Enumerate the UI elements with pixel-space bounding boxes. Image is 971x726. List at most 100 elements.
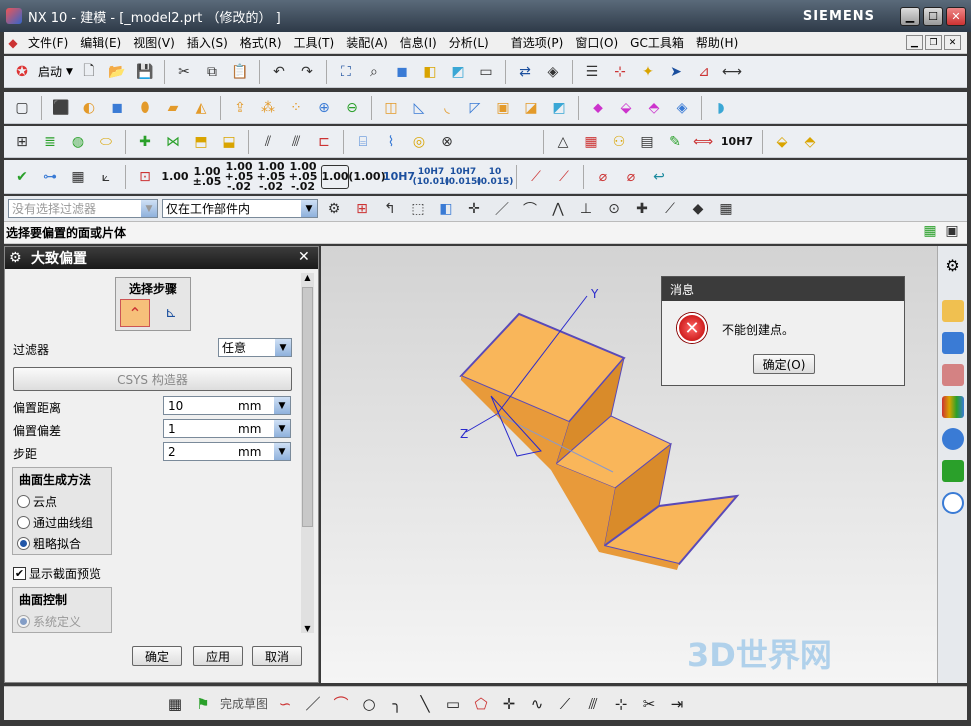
snap-face-icon[interactable]: ◆ (686, 197, 710, 221)
csys-step-icon[interactable]: ⊾ (156, 299, 186, 327)
undo-icon[interactable]: ↶ (267, 60, 291, 84)
surface-icon[interactable]: ◗ (709, 96, 733, 120)
offset-icon[interactable]: ⇪ (228, 96, 252, 120)
balloon-icon[interactable]: ⚇ (607, 130, 631, 154)
menu-tools[interactable]: 工具(T) (288, 34, 341, 51)
trim-body-icon[interactable]: ◪ (519, 96, 543, 120)
menu-file[interactable]: 文件(F) (22, 34, 74, 51)
menu-insert[interactable]: 插入(S) (181, 34, 234, 51)
menu-gc-toolbox[interactable]: GC工具箱 (624, 34, 690, 51)
grid-table-icon[interactable]: ▦ (66, 165, 90, 189)
select-all-icon[interactable]: ⊞ (350, 197, 374, 221)
snap-icon[interactable]: ✦ (636, 60, 660, 84)
polygon-icon[interactable]: ⬠ (470, 693, 492, 715)
history-icon[interactable] (941, 460, 964, 482)
info-list-icon[interactable]: ☰ (580, 60, 604, 84)
rib-icon[interactable]: ⫽ (256, 130, 280, 154)
snap-grid-icon[interactable]: ▦ (714, 197, 738, 221)
layer-icon[interactable]: ◈ (541, 60, 565, 84)
thicken-icon[interactable]: ▣ (491, 96, 515, 120)
menu-view[interactable]: 视图(V) (127, 34, 181, 51)
mdi-minimize-button[interactable]: ▁ (906, 35, 923, 50)
wcs-icon[interactable]: ⊹ (608, 60, 632, 84)
radio-through-curves[interactable]: 通过曲线组 (13, 512, 111, 533)
close-window-button[interactable]: ✕ (946, 7, 966, 26)
offset-deviation-field[interactable]: 1 mm ▼ (163, 419, 291, 438)
clock-icon[interactable] (941, 492, 964, 514)
clip-icon[interactable]: ◩ (446, 60, 470, 84)
redo-icon[interactable]: ↷ (295, 60, 319, 84)
offset-face-step-icon[interactable]: ⌃ (120, 299, 150, 327)
check-icon[interactable]: ✔ (10, 165, 34, 189)
menu-format[interactable]: 格式(R) (234, 34, 288, 51)
shell-icon[interactable]: ◫ (379, 96, 403, 120)
chevron-down-icon[interactable]: ▼ (274, 443, 290, 460)
scope-combo[interactable]: 仅在工作部件内 ▼ (162, 199, 318, 218)
tol-7[interactable]: (1.00) (348, 165, 385, 189)
message-ok-button[interactable]: 确定(O) (753, 354, 815, 374)
menu-window[interactable]: 窗口(O) (569, 34, 624, 51)
tol-3[interactable]: 1.00 +.05 -.02 (225, 161, 254, 192)
profile-icon[interactable]: ∽ (274, 693, 296, 715)
array-icon[interactable]: ⁘ (284, 96, 308, 120)
snap-quadrant-icon[interactable]: ✚ (630, 197, 654, 221)
tol-10[interactable]: 10H7 (0.015) (445, 165, 482, 189)
gear-icon[interactable]: ⚙ (9, 250, 25, 266)
filter-select[interactable]: 任意 ▼ (218, 338, 292, 357)
checkbox-checked-icon[interactable]: ✔ (13, 567, 26, 580)
layer-settings-icon[interactable]: ◍ (66, 130, 90, 154)
sketch-icon[interactable]: ▢ (10, 96, 34, 120)
show-hide-icon[interactable]: ⇄ (513, 60, 537, 84)
menu-preferences[interactable]: 首选项(P) (505, 34, 570, 51)
snap-existing-icon[interactable]: ⟋ (658, 197, 682, 221)
cylinder-icon[interactable]: ⌸ (351, 130, 375, 154)
chevron-down-icon[interactable]: ▼ (274, 420, 290, 437)
new-file-icon[interactable]: 🗋 (77, 60, 101, 84)
chamfer-icon[interactable]: ◸ (463, 96, 487, 120)
reuse-library-icon[interactable] (941, 396, 964, 418)
tol-2[interactable]: 1.00 ±.05 (193, 165, 222, 189)
revolve-icon[interactable]: ◐ (77, 96, 101, 120)
arc-icon[interactable]: ⌒ (330, 693, 352, 715)
csys-constructor-button[interactable]: CSYS 构造器 (13, 367, 292, 391)
apply-button[interactable]: 应用 (193, 646, 243, 666)
cut-icon[interactable]: ✂ (172, 60, 196, 84)
split-icon[interactable]: ◩ (547, 96, 571, 120)
tree-icon[interactable]: ⊶ (38, 165, 62, 189)
fit-view-icon[interactable]: ⛶ (334, 60, 358, 84)
flange-icon[interactable]: ⊏ (312, 130, 336, 154)
snap-intersect-icon[interactable]: ⊥ (574, 197, 598, 221)
tol-1[interactable]: 1.00 (161, 165, 189, 189)
draft-icon[interactable]: ◺ (407, 96, 431, 120)
chevron-down-icon[interactable]: ▼ (274, 397, 290, 414)
pad-icon[interactable]: ▰ (161, 96, 185, 120)
filter-icon[interactable]: ⚙ (322, 197, 346, 221)
finish-sketch-label[interactable]: 完成草图 (220, 695, 268, 712)
start-icon[interactable]: ✪ (10, 60, 34, 84)
scroll-thumb[interactable] (302, 287, 313, 527)
return-icon[interactable]: ↩ (647, 165, 671, 189)
rib2-icon[interactable]: ⫻ (284, 130, 308, 154)
menu-info[interactable]: 信息(I) (394, 34, 443, 51)
chamfer-sketch-icon[interactable]: ╲ (414, 693, 436, 715)
line-icon[interactable]: ／ (302, 693, 324, 715)
symbol-icon[interactable]: ✎ (663, 130, 687, 154)
subtract-icon[interactable]: ⊖ (340, 96, 364, 120)
maximize-button[interactable]: ☐ (923, 7, 943, 26)
cancel-button[interactable]: 取消 (252, 646, 302, 666)
tol-9[interactable]: 10H7 (10.01) (413, 165, 450, 189)
trim-icon[interactable]: ✂ (638, 693, 660, 715)
note-icon[interactable]: ▤ (635, 130, 659, 154)
constraint-icon[interactable]: ⋈ (161, 130, 185, 154)
boss-icon[interactable]: ⬮ (133, 96, 157, 120)
snap-control-icon[interactable]: ⋀ (546, 197, 570, 221)
step-distance-field[interactable]: 2 mm ▼ (163, 442, 291, 461)
type-filter-combo[interactable]: 没有选择过滤器 ▼ (8, 199, 158, 218)
tolerance-10h7-icon[interactable]: 10H7 (719, 130, 755, 154)
extend-icon[interactable]: ⇥ (666, 693, 688, 715)
tol-5[interactable]: 1.00 +.05 -.02 (289, 161, 318, 192)
spline-icon[interactable]: ∿ (526, 693, 548, 715)
radio-rough-fit[interactable]: 粗略拟合 (13, 533, 111, 554)
close-icon[interactable]: ✕ (298, 249, 314, 265)
menu-analysis[interactable]: 分析(L) (443, 34, 495, 51)
